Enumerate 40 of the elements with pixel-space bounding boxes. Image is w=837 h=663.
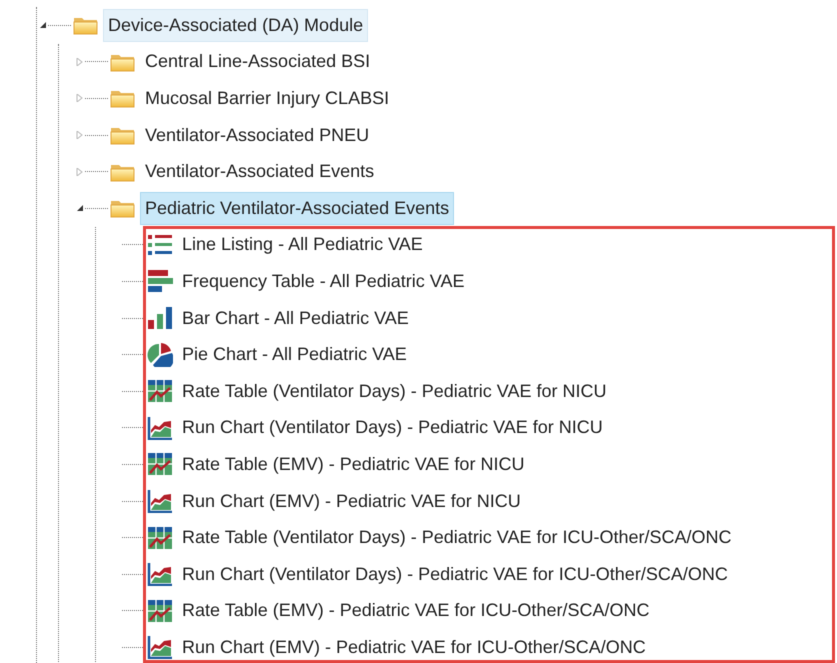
report-link[interactable]: Bar Chart - All Pediatric VAE (177, 302, 414, 335)
folder-icon (110, 125, 136, 146)
line-chart-icon (147, 489, 173, 514)
line-chart-icon (147, 562, 173, 586)
report-link[interactable]: Pie Chart - All Pediatric VAE (177, 338, 412, 372)
folder-icon (73, 15, 99, 36)
folder-label[interactable]: Ventilator-Associated Events (140, 155, 380, 188)
table-trend-icon (147, 598, 173, 623)
report-link[interactable]: Rate Table (EMV) - Pediatric VAE for ICU-Other/SCA/ONC (177, 594, 654, 628)
folder-label[interactable]: Mucosal Barrier Injury CLABSI (140, 82, 394, 115)
folder-label[interactable]: Device-Associated (DA) Module (103, 8, 368, 42)
line-chart-icon (147, 635, 173, 660)
list-icon (147, 232, 173, 257)
expand-arrow-icon[interactable] (76, 94, 84, 102)
table-trend-icon (147, 452, 173, 476)
folder-label[interactable]: Ventilator-Associated PNEU (140, 118, 374, 152)
report-link[interactable]: Run Chart (EMV) - Pediatric VAE for NICU (177, 484, 526, 518)
expand-arrow-icon[interactable] (76, 58, 84, 66)
report-link[interactable]: Run Chart (EMV) - Pediatric VAE for ICU-Other/SCA/ONC (177, 630, 651, 663)
line-chart-icon (147, 416, 173, 440)
report-link[interactable]: Line Listing - All Pediatric VAE (177, 228, 428, 262)
report-link[interactable]: Rate Table (Ventilator Days) - Pediatric VAE for ICU-Other/SCA/ONC (177, 521, 737, 554)
folder-icon (110, 88, 136, 108)
report-link[interactable]: Run Chart (Ventilator Days) - Pediatric VAE for ICU-Other/SCA/ONC (177, 558, 733, 591)
horizontal-bars-icon (147, 269, 173, 294)
report-link[interactable]: Rate Table (EMV) - Pediatric VAE for NICU (177, 448, 530, 481)
folder-label[interactable]: Pediatric Ventilator-Associated Events (140, 192, 454, 225)
report-link[interactable]: Run Chart (Ventilator Days) - Pediatric VAE for NICU (177, 411, 608, 444)
expand-arrow-icon[interactable] (76, 131, 84, 140)
expand-arrow-icon[interactable] (76, 168, 84, 176)
report-link[interactable]: Frequency Table - All Pediatric VAE (177, 264, 470, 298)
report-link[interactable]: Rate Table (Ventilator Days) - Pediatric VAE for NICU (177, 374, 612, 408)
table-trend-icon (147, 526, 173, 550)
table-trend-icon (147, 379, 173, 404)
folder-label[interactable]: Central Line-Associated BSI (140, 45, 376, 78)
pie-chart-icon (147, 342, 173, 367)
folder-icon (110, 198, 136, 218)
collapse-arrow-icon[interactable] (39, 21, 47, 30)
collapse-arrow-icon[interactable] (76, 204, 84, 212)
bar-chart-icon (147, 306, 173, 330)
